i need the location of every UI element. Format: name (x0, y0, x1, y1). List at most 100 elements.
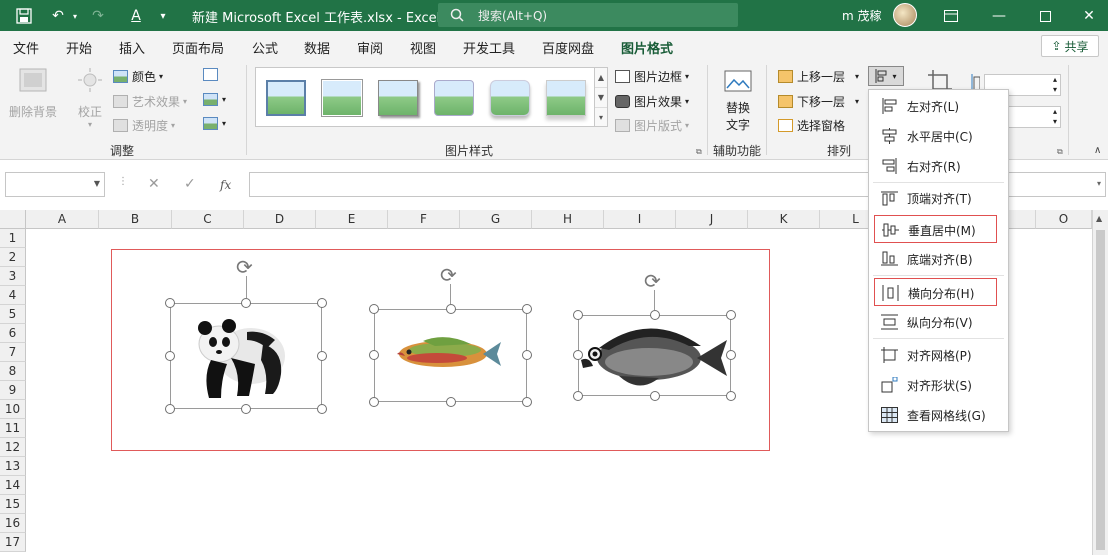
resize-handle[interactable] (369, 397, 379, 407)
menu-item-distribute-vertically[interactable]: 纵向分布(V) (869, 308, 1008, 336)
enter-icon[interactable]: ✓ (184, 176, 196, 192)
collapse-ribbon-icon[interactable]: ∧ (1094, 145, 1101, 156)
width-spinner-icon[interactable]: ▴ ▾ (1053, 107, 1057, 127)
tab-home[interactable]: 开始 (66, 38, 92, 57)
menu-item-view-gridlines[interactable]: 查看网格线(G) (869, 401, 1008, 429)
row-header[interactable]: 3 (0, 267, 26, 286)
resize-handle[interactable] (726, 391, 736, 401)
row-header[interactable]: 12 (0, 438, 26, 457)
picture-styles-launcher-icon[interactable]: ⧉ (696, 147, 702, 157)
tab-baidu-netdisk[interactable]: 百度网盘 (542, 38, 594, 57)
resize-handle[interactable] (726, 350, 736, 360)
tab-picture-format[interactable]: 图片格式 (621, 38, 674, 63)
resize-handle[interactable] (241, 298, 251, 308)
resize-handle[interactable] (446, 397, 456, 407)
height-spinner-icon[interactable]: ▴ ▾ (1053, 75, 1057, 95)
column-header[interactable]: H (532, 210, 604, 229)
share-button[interactable]: ⇪ 共享 (1041, 35, 1099, 57)
column-header[interactable]: A (26, 210, 99, 229)
column-header[interactable]: O (1036, 210, 1092, 229)
column-header[interactable]: I (604, 210, 676, 229)
scrollbar-thumb[interactable] (1096, 230, 1105, 550)
row-header[interactable]: 1 (0, 229, 26, 248)
menu-item-align-middle[interactable]: 垂直居中(M) (874, 215, 997, 243)
menu-item-align-bottom[interactable]: 底端对齐(B) (869, 245, 1008, 273)
tab-view[interactable]: 视图 (410, 38, 436, 57)
menu-item-snap-to-grid[interactable]: 对齐网格(P) (869, 341, 1008, 369)
picture-engraved-fish[interactable] (573, 310, 736, 401)
selection-pane-button[interactable]: 选择窗格 (778, 117, 845, 134)
menu-item-distribute-horizontally[interactable]: 横向分布(H) (874, 278, 997, 306)
column-header[interactable]: E (316, 210, 388, 229)
picture-colorful-fish[interactable] (369, 304, 532, 407)
menu-item-align-right[interactable]: 右对齐(R) (869, 152, 1008, 180)
tab-formulas[interactable]: 公式 (252, 38, 278, 57)
insert-function-icon[interactable]: fx (220, 178, 231, 192)
color-button[interactable]: 颜色 ▾ (113, 68, 163, 85)
resize-handle[interactable] (573, 391, 583, 401)
style-thumbnail-3[interactable] (378, 80, 418, 116)
size-launcher-icon[interactable]: ⧉ (1057, 147, 1063, 157)
scroll-up-icon[interactable]: ▲ (1096, 214, 1102, 223)
resize-handle[interactable] (726, 310, 736, 320)
resize-handle[interactable] (317, 351, 327, 361)
maximize-icon[interactable] (1036, 6, 1054, 26)
close-icon[interactable]: ✕ (1080, 6, 1098, 26)
undo-icon[interactable]: ↶ (48, 6, 68, 26)
resize-handle[interactable] (165, 351, 175, 361)
resize-handle[interactable] (573, 350, 583, 360)
resize-handle[interactable] (446, 304, 456, 314)
undo-dropdown-icon[interactable]: ▾ (70, 6, 80, 26)
gallery-down-icon[interactable]: ▼ (595, 88, 607, 108)
resize-handle[interactable] (369, 304, 379, 314)
resize-handle[interactable] (317, 404, 327, 414)
avatar[interactable] (893, 3, 917, 27)
style-thumbnail-6[interactable] (546, 80, 586, 116)
resize-handle[interactable] (165, 404, 175, 414)
align-button[interactable]: ▾ (868, 66, 904, 86)
tab-page-layout[interactable]: 页面布局 (172, 38, 224, 57)
style-thumbnail-4[interactable] (434, 80, 474, 116)
row-header[interactable]: 10 (0, 400, 26, 419)
picture-effects-button[interactable]: 图片效果 ▾ (615, 93, 689, 110)
save-icon[interactable] (14, 6, 34, 26)
minimize-icon[interactable]: — (990, 6, 1008, 26)
row-header[interactable]: 16 (0, 514, 26, 533)
menu-item-align-top[interactable]: 顶端对齐(T) (869, 184, 1008, 212)
style-thumbnail-2[interactable] (322, 80, 362, 116)
menu-item-align-left[interactable]: 左对齐(L) (869, 92, 1008, 120)
name-box[interactable]: ▼ (5, 172, 105, 197)
send-backward-button[interactable]: 下移一层 ▾ (778, 93, 859, 110)
cancel-icon[interactable]: ✕ (148, 176, 160, 192)
row-header[interactable]: 6 (0, 324, 26, 343)
bring-forward-button[interactable]: 上移一层 ▾ (778, 68, 859, 85)
row-header[interactable]: 8 (0, 362, 26, 381)
resize-handle[interactable] (522, 304, 532, 314)
row-header[interactable]: 5 (0, 305, 26, 324)
column-header[interactable]: B (99, 210, 172, 229)
rotate-handle-icon[interactable]: ⟳ (440, 265, 457, 285)
row-header[interactable]: 9 (0, 381, 26, 400)
resize-handle[interactable] (165, 298, 175, 308)
resize-handle[interactable] (522, 397, 532, 407)
reset-picture-button[interactable]: ▾ (203, 117, 226, 130)
ribbon-display-icon[interactable] (942, 6, 960, 26)
change-picture-button[interactable]: ▾ (203, 93, 226, 106)
resize-handle[interactable] (650, 391, 660, 401)
name-box-dropdown-icon[interactable]: ▼ (94, 179, 100, 188)
resize-handle[interactable] (241, 404, 251, 414)
resize-handle[interactable] (650, 310, 660, 320)
user-name[interactable]: m 茂稼 (842, 7, 882, 24)
picture-border-button[interactable]: 图片边框 ▾ (615, 68, 689, 85)
column-header[interactable]: D (244, 210, 316, 229)
tab-file[interactable]: 文件 (13, 38, 39, 57)
tab-review[interactable]: 审阅 (357, 38, 383, 57)
column-header[interactable]: G (460, 210, 532, 229)
resize-handle[interactable] (573, 310, 583, 320)
row-header[interactable]: 7 (0, 343, 26, 362)
search-box[interactable]: 搜索(Alt+Q) (438, 3, 738, 27)
resize-handle[interactable] (317, 298, 327, 308)
column-header[interactable]: C (172, 210, 244, 229)
resize-handle[interactable] (369, 350, 379, 360)
row-header[interactable]: 13 (0, 457, 26, 476)
